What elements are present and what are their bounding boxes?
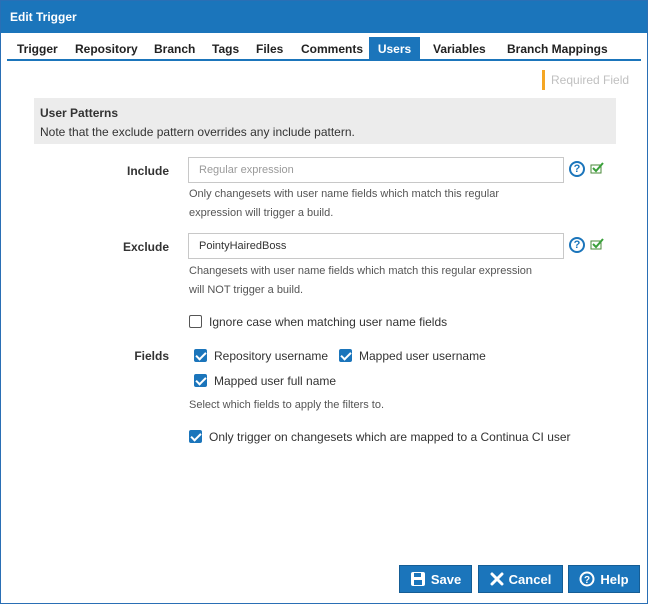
svg-text:?: ? — [584, 575, 590, 586]
mapped-user-full-name-label: Mapped user full name — [214, 374, 337, 388]
required-field-legend: Required Field — [542, 70, 629, 90]
floppy-disk-icon — [410, 572, 425, 586]
exclude-label: Exclude — [122, 240, 169, 254]
repository-username-checkbox[interactable] — [194, 349, 207, 362]
ignore-case-label: Ignore case when matching user name fiel… — [209, 315, 448, 329]
include-help: Only changesets with user name fields wh… — [189, 188, 499, 219]
tab-branch-mappings[interactable]: Branch Mappings — [507, 37, 608, 60]
ignore-case-checkbox[interactable] — [189, 315, 202, 328]
section-note: Note that the exclude pattern overrides … — [40, 125, 355, 139]
check-validate-icon — [590, 238, 604, 250]
tab-trigger[interactable]: Trigger — [17, 37, 58, 60]
user-patterns-panel: User Patterns Note that the exclude patt… — [34, 98, 616, 144]
exclude-input[interactable] — [188, 233, 564, 259]
help-label: Help — [600, 571, 629, 587]
save-button[interactable]: Save — [399, 565, 472, 593]
section-title: User Patterns — [40, 106, 119, 120]
exclude-help: Changesets with user name fields which m… — [189, 265, 532, 296]
fields-help: Select which fields to apply the filters… — [189, 399, 385, 411]
mapped-user-username-checkbox[interactable] — [339, 349, 352, 362]
help-button[interactable]: ? Help — [568, 565, 640, 593]
save-label: Save — [430, 571, 462, 587]
tab-users[interactable]: Users — [369, 37, 420, 60]
cancel-button[interactable]: Cancel — [478, 565, 563, 593]
only-mapped-checkbox[interactable] — [189, 430, 202, 443]
question-circle-icon[interactable]: ? — [569, 237, 585, 253]
repository-username-label: Repository username — [214, 349, 329, 363]
tab-branch[interactable]: Branch — [154, 37, 195, 60]
tab-files[interactable]: Files — [256, 37, 283, 60]
question-circle-icon: ? — [579, 571, 595, 587]
mapped-user-username-label: Mapped user username — [359, 349, 486, 363]
fields-label: Fields — [134, 349, 169, 363]
tab-variables[interactable]: Variables — [433, 37, 486, 60]
edit-trigger-dialog: Edit Trigger Trigger Repository Branch T… — [0, 0, 648, 604]
question-circle-icon[interactable]: ? — [569, 161, 585, 177]
tab-repository[interactable]: Repository — [75, 37, 138, 60]
tab-comments[interactable]: Comments — [301, 37, 363, 60]
only-mapped-label: Only trigger on changesets which are map… — [209, 430, 571, 444]
mapped-user-full-name-checkbox[interactable] — [194, 374, 207, 387]
tab-bar: Trigger Repository Branch Tags Files Com… — [7, 37, 641, 61]
include-label: Include — [126, 164, 169, 178]
include-input[interactable] — [188, 157, 564, 183]
x-icon — [490, 572, 504, 586]
check-validate-icon — [590, 162, 604, 174]
dialog-title: Edit Trigger — [1, 1, 647, 33]
cancel-label: Cancel — [508, 571, 552, 587]
tab-tags[interactable]: Tags — [212, 37, 239, 60]
